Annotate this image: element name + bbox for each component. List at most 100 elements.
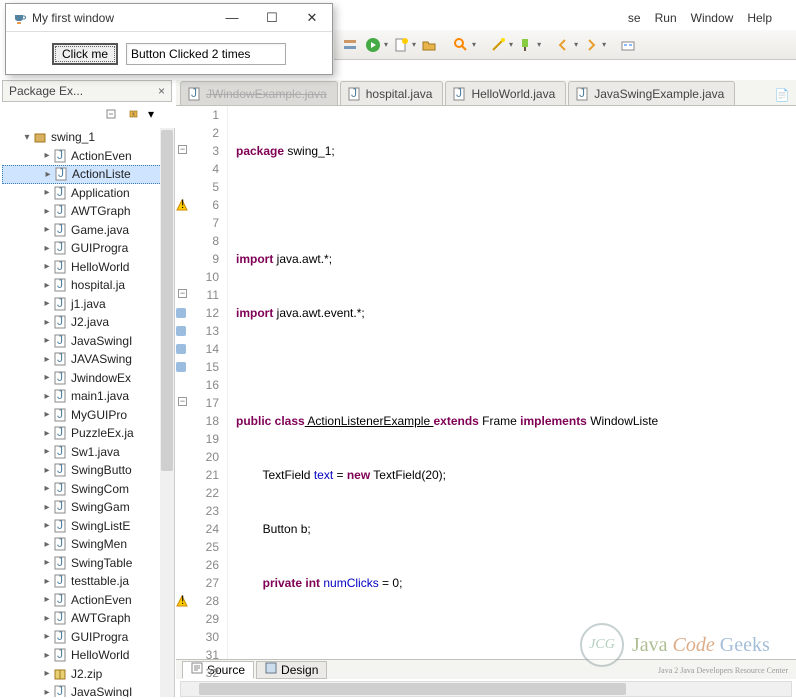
menu-help[interactable]: Help (747, 11, 772, 25)
menu-window[interactable]: Window (691, 11, 734, 25)
close-button[interactable]: ✕ (292, 4, 332, 31)
tree-label: JavaSwingI (71, 685, 132, 697)
warning-icon[interactable]: ! (176, 594, 188, 606)
code-editor[interactable]: −!−−! 1234567891011121314151617181920212… (176, 106, 796, 659)
svg-text:J: J (57, 260, 63, 273)
tree-label: Game.java (71, 223, 129, 237)
svg-text:J: J (57, 482, 63, 495)
tree-file[interactable]: JAWTGraph (2, 609, 174, 628)
tree-file[interactable]: JPuzzleEx.ja (2, 424, 174, 443)
tree-file[interactable]: JSwingListE (2, 517, 174, 536)
tree-label: JwindowEx (71, 371, 131, 385)
tree-label: ActionEven (71, 593, 132, 607)
run-button[interactable] (363, 35, 383, 55)
tree-file[interactable]: Jhospital.ja (2, 276, 174, 295)
editor-tab[interactable]: J JWindowExample.java (180, 81, 338, 105)
chevron-down-icon[interactable]: ▾ (574, 40, 578, 49)
view-menu-icon[interactable]: ▾ (148, 107, 164, 123)
tree-file[interactable]: Jmain1.java (2, 387, 174, 406)
tree-file[interactable]: JSwingButto (2, 461, 174, 480)
tree-file[interactable]: JApplication (2, 184, 174, 203)
tree-file[interactable]: JActionEven (2, 147, 174, 166)
editor-tab[interactable]: J hospital.java (340, 81, 444, 105)
tree-file[interactable]: JJAVASwing (2, 350, 174, 369)
minimize-button[interactable]: — (212, 4, 252, 31)
svg-text:J: J (57, 537, 63, 550)
svg-text:J: J (57, 500, 63, 513)
chevron-down-icon[interactable]: ▾ (412, 40, 416, 49)
svg-text:J: J (57, 204, 63, 217)
forward-button[interactable] (581, 35, 601, 55)
tree-label: SwingListE (71, 519, 130, 533)
tree-file[interactable]: Jj1.java (2, 295, 174, 314)
collapse-all-icon[interactable] (104, 107, 120, 123)
tree-file[interactable]: Jtesttable.ja (2, 572, 174, 591)
tree-file[interactable]: JMyGUIPro (2, 406, 174, 425)
tree-file[interactable]: JActionEven (2, 591, 174, 610)
tree-file[interactable]: JGame.java (2, 221, 174, 240)
tree-file[interactable]: JGUIProgra (2, 239, 174, 258)
svg-text:J: J (191, 87, 197, 100)
wand-icon[interactable] (488, 35, 508, 55)
tree-label: PuzzleEx.ja (71, 426, 134, 440)
tree-file[interactable]: JSw1.java (2, 443, 174, 462)
tree-file[interactable]: JSwingMen (2, 535, 174, 554)
tree-file[interactable]: JGUIProgra (2, 628, 174, 647)
fold-icon[interactable]: − (178, 397, 187, 406)
show-list-icon[interactable]: 📄 (772, 85, 792, 105)
result-field[interactable] (126, 43, 286, 65)
tree-scrollbar[interactable] (160, 128, 174, 697)
tree-file[interactable]: J2.zip (2, 665, 174, 684)
chevron-down-icon[interactable]: ▾ (509, 40, 513, 49)
swing-titlebar[interactable]: My first window — ☐ ✕ (6, 4, 332, 32)
chevron-down-icon[interactable]: ▾ (602, 40, 606, 49)
back-button[interactable] (553, 35, 573, 55)
tree-file[interactable]: JAWTGraph (2, 202, 174, 221)
fold-icon[interactable]: − (178, 289, 187, 298)
svg-text:J: J (57, 297, 63, 310)
editor-tab[interactable]: J JavaSwingExample.java (568, 81, 735, 105)
chevron-down-icon[interactable]: ▾ (537, 40, 541, 49)
design-tab[interactable]: Design (256, 661, 327, 679)
java-file-icon: J (52, 425, 68, 441)
svg-text:J: J (57, 241, 63, 254)
toggle-breadcrumb-icon[interactable] (340, 35, 360, 55)
tree-file[interactable]: JHelloWorld (2, 646, 174, 665)
paint-icon[interactable] (516, 35, 536, 55)
tree-file[interactable]: JJavaSwingI (2, 332, 174, 351)
maximize-button[interactable]: ☐ (252, 4, 292, 31)
tree-file[interactable]: JJwindowEx (2, 369, 174, 388)
svg-text:J: J (57, 630, 63, 643)
new-button[interactable] (391, 35, 411, 55)
close-icon[interactable]: × (158, 84, 165, 98)
tree-file[interactable]: JHelloWorld (2, 258, 174, 277)
chevron-down-icon[interactable]: ▾ (384, 40, 388, 49)
editor-tab[interactable]: J HelloWorld.java (445, 81, 566, 105)
tree-file[interactable]: JJ2.java (2, 313, 174, 332)
tree-file[interactable]: JSwingTable (2, 554, 174, 573)
link-editor-icon[interactable] (126, 107, 142, 123)
chevron-down-icon[interactable]: ▾ (472, 40, 476, 49)
tree-file[interactable]: JActionListe (2, 165, 174, 184)
editor-h-scrollbar[interactable] (180, 681, 792, 697)
tree-file[interactable]: JSwingCom (2, 480, 174, 499)
tree-file[interactable]: JSwingGam (2, 498, 174, 517)
java-file-icon: J (52, 333, 68, 349)
menubar-item-cut[interactable]: se (628, 11, 641, 25)
fold-icon[interactable]: − (178, 145, 187, 154)
menu-run[interactable]: Run (655, 11, 677, 25)
tree-root[interactable]: swing_1 (2, 128, 174, 147)
package-explorer-tab[interactable]: Package Ex... × (2, 80, 172, 102)
java-file-icon: J (52, 370, 68, 386)
tab-label: HelloWorld.java (471, 87, 555, 101)
tree-label: main1.java (71, 389, 129, 403)
java-file-icon: J (52, 499, 68, 515)
open-button[interactable] (419, 35, 439, 55)
warning-icon[interactable]: ! (176, 198, 188, 210)
palette-icon[interactable] (618, 35, 638, 55)
svg-text:J: J (456, 87, 462, 100)
tree-file[interactable]: JJavaSwingI (2, 683, 174, 697)
eclipse-toolbar: ▾ ▾ ▾ ▾ ▾ ▾ ▾ (334, 30, 796, 60)
click-me-button[interactable]: Click me (52, 43, 118, 65)
search-icon[interactable] (451, 35, 471, 55)
